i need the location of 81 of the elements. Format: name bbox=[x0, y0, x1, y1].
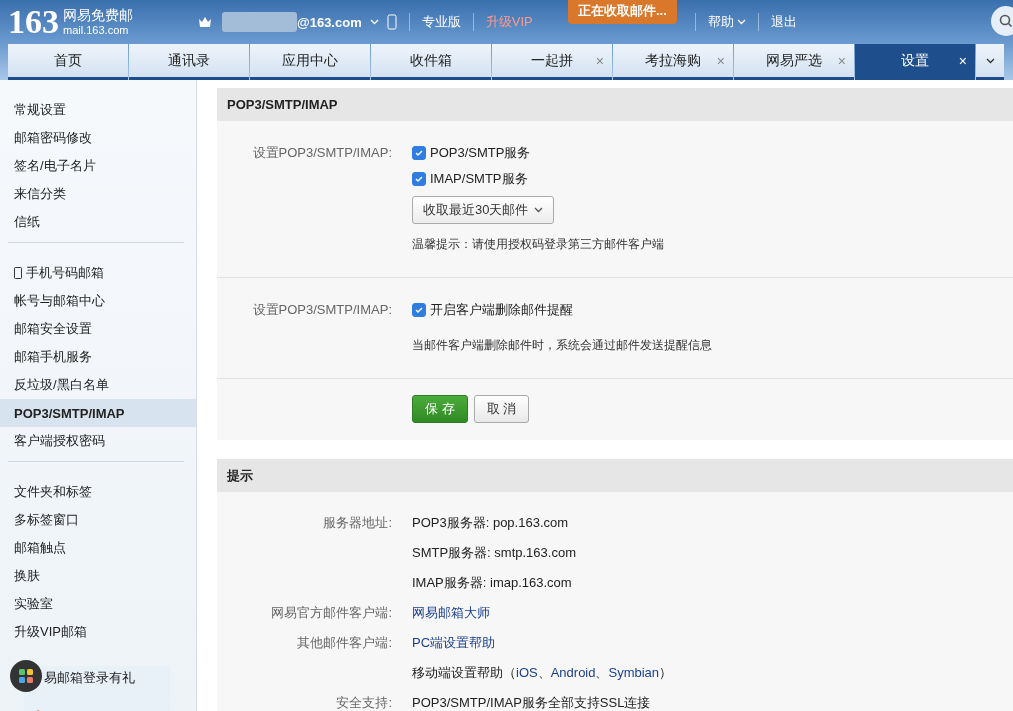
checkmark-icon bbox=[415, 306, 423, 314]
sidebar-item[interactable]: 实验室 bbox=[0, 590, 196, 618]
toast: 正在收取邮件... bbox=[568, 0, 677, 24]
tab[interactable]: 收件箱 bbox=[371, 44, 491, 80]
checkbox[interactable] bbox=[412, 172, 426, 186]
tab[interactable]: 网易严选 × bbox=[734, 44, 854, 80]
promo-title: 易邮箱登录有礼 bbox=[44, 669, 135, 687]
days-dropdown[interactable]: 收取最近30天邮件 bbox=[412, 196, 555, 224]
nav-link[interactable]: 退出 bbox=[757, 13, 809, 31]
platform-link[interactable]: iOS bbox=[516, 665, 538, 680]
field-label: 其他邮件客户端: bbox=[297, 635, 392, 650]
tab[interactable]: 一起拼 × bbox=[492, 44, 612, 80]
section-title: 提示 bbox=[217, 459, 1013, 492]
sidebar-item[interactable]: 信纸 bbox=[0, 208, 196, 236]
sidebar-item[interactable]: 常规设置 bbox=[0, 96, 196, 124]
cancel-button[interactable]: 取 消 bbox=[473, 395, 530, 423]
phone-icon bbox=[14, 267, 22, 279]
sidebar-item[interactable]: 邮箱密码修改 bbox=[0, 124, 196, 152]
sidebar-item[interactable]: 反垃圾/黑白名单 bbox=[0, 371, 196, 399]
platform-link[interactable]: Symbian bbox=[608, 665, 660, 680]
sidebar-item[interactable]: 升级VIP邮箱 bbox=[0, 618, 196, 646]
tab[interactable]: 应用中心 bbox=[250, 44, 370, 80]
hint-text: 温馨提示：请使用授权码登录第三方邮件客户端 bbox=[412, 236, 664, 253]
tab[interactable]: 考拉海购 × bbox=[613, 44, 733, 80]
field-label: 服务器地址: bbox=[323, 515, 392, 530]
checkbox[interactable] bbox=[412, 303, 426, 317]
more-tabs-button[interactable] bbox=[976, 44, 1004, 80]
field-label: 设置POP3/SMTP/IMAP: bbox=[251, 144, 393, 162]
app-grid-button[interactable] bbox=[10, 660, 42, 692]
sidebar-item[interactable]: 邮箱安全设置 bbox=[0, 315, 196, 343]
sidebar-item[interactable]: 客户端授权密码 bbox=[0, 427, 196, 455]
tab[interactable]: 通讯录 bbox=[129, 44, 249, 80]
search-button[interactable] bbox=[991, 6, 1013, 36]
account-email[interactable]: @163.com bbox=[297, 14, 362, 30]
brand-domain: mail.163.com bbox=[63, 23, 130, 36]
chevron-down-icon bbox=[736, 19, 746, 25]
sidebar-item[interactable]: 帐号与邮箱中心 bbox=[0, 287, 196, 315]
field-label: 安全支持: bbox=[336, 695, 392, 710]
sidebar-item[interactable]: 多标签窗口 bbox=[0, 506, 196, 534]
help-link[interactable]: 网易邮箱大师 bbox=[412, 604, 490, 622]
sidebar-item[interactable]: 文件夹和标签 bbox=[0, 478, 196, 506]
tab[interactable]: 设置 × bbox=[855, 44, 975, 80]
logo[interactable]: 163 bbox=[8, 5, 59, 39]
platform-link[interactable]: Android bbox=[550, 665, 596, 680]
info-text: POP3服务器: pop.163.com bbox=[412, 514, 569, 532]
checkbox-option[interactable]: IMAP/SMTP服务 bbox=[412, 170, 528, 188]
chevron-down-icon bbox=[369, 19, 379, 25]
info-text: POP3/SMTP/IMAP服务全部支持SSL连接 bbox=[412, 694, 651, 711]
checkbox-option[interactable]: 开启客户端删除邮件提醒 bbox=[412, 301, 573, 319]
promo-banner[interactable]: 易邮箱登录有礼 bbox=[24, 666, 170, 711]
sidebar-item[interactable]: 邮箱手机服务 bbox=[0, 343, 196, 371]
sidebar-item[interactable]: 换肤 bbox=[0, 562, 196, 590]
info-text: SMTP服务器: smtp.163.com bbox=[412, 544, 576, 562]
nav-link[interactable]: 专业版 bbox=[408, 13, 473, 31]
brand-name: 网易免费邮 bbox=[63, 8, 133, 24]
chevron-down-icon bbox=[985, 57, 995, 64]
app-grid-icon bbox=[18, 668, 34, 684]
sidebar-item[interactable]: 来信分类 bbox=[0, 180, 196, 208]
phone-icon[interactable] bbox=[386, 14, 397, 30]
checkmark-icon bbox=[415, 175, 423, 183]
checkbox[interactable] bbox=[412, 146, 426, 160]
field-label: 网易官方邮件客户端: bbox=[271, 605, 392, 620]
sidebar-item[interactable]: 手机号码邮箱 bbox=[0, 259, 196, 287]
nav-link[interactable]: 帮助 bbox=[694, 13, 758, 31]
field-label: 设置POP3/SMTP/IMAP: bbox=[251, 301, 393, 319]
info-text: IMAP服务器: imap.163.com bbox=[412, 574, 572, 592]
checkbox-option[interactable]: POP3/SMTP服务 bbox=[412, 144, 531, 162]
mobile-help-text: 移动端设置帮助（iOS、Android、Symbian） bbox=[412, 664, 673, 682]
crown-icon bbox=[198, 16, 212, 28]
chevron-down-icon bbox=[534, 207, 544, 213]
tab[interactable]: 首页 bbox=[8, 44, 128, 80]
sidebar-item[interactable]: POP3/SMTP/IMAP bbox=[0, 399, 196, 427]
save-button[interactable]: 保 存 bbox=[412, 395, 468, 423]
sidebar-item[interactable]: 邮箱触点 bbox=[0, 534, 196, 562]
close-button[interactable]: × bbox=[958, 53, 967, 69]
sidebar-item[interactable]: 签名/电子名片 bbox=[0, 152, 196, 180]
checkmark-icon bbox=[415, 149, 423, 157]
section-title: POP3/SMTP/IMAP bbox=[217, 88, 1013, 121]
help-link[interactable]: PC端设置帮助 bbox=[412, 634, 496, 652]
search-icon bbox=[999, 14, 1013, 28]
hint-text: 当邮件客户端删除邮件时，系统会通过邮件发送提醒信息 bbox=[412, 337, 712, 354]
